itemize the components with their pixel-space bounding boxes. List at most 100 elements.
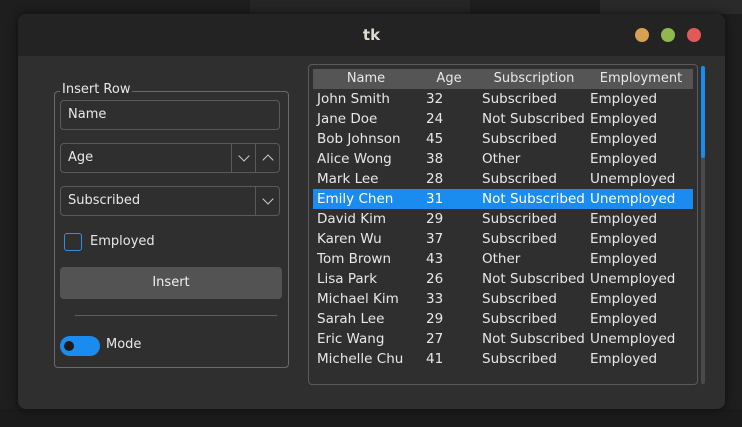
cell-employment: Employed: [590, 91, 658, 107]
insert-row-group: [54, 91, 289, 368]
table-row[interactable]: David Kim 29 Subscribed Employed: [313, 209, 693, 229]
table-row[interactable]: Eric Wang 27 Not Subscribed Unemployed: [313, 329, 693, 349]
table-row[interactable]: Michael Kim 33 Subscribed Employed: [313, 289, 693, 309]
table-body: John Smith 32 Subscribed Employed Jane Doe 24…: [313, 89, 693, 369]
column-header-employment[interactable]: Employment: [589, 69, 693, 89]
cell-age: 31: [426, 191, 444, 207]
cell-name: Emily Chen: [317, 191, 394, 207]
employed-checkbox-label[interactable]: Employed: [90, 234, 155, 249]
table-row[interactable]: Bob Johnson 45 Subscribed Employed: [313, 129, 693, 149]
cell-subscription: Subscribed: [482, 91, 557, 107]
window-title: tk: [362, 26, 381, 44]
combobox-dropdown-button[interactable]: [255, 187, 280, 215]
cell-subscription: Not Subscribed: [482, 331, 585, 347]
cell-subscription: Subscribed: [482, 171, 557, 187]
column-header-name[interactable]: Name: [313, 69, 419, 89]
cell-employment: Employed: [590, 111, 658, 127]
cell-employment: Unemployed: [590, 171, 676, 187]
cell-name: Bob Johnson: [317, 131, 401, 147]
cell-name: Karen Wu: [317, 231, 382, 247]
cell-employment: Employed: [590, 151, 658, 167]
cell-employment: Employed: [590, 351, 658, 367]
table-row[interactable]: John Smith 32 Subscribed Employed: [313, 89, 693, 109]
name-entry-value: Name: [68, 107, 107, 122]
cell-age: 29: [426, 311, 444, 327]
insert-button[interactable]: Insert: [60, 267, 282, 299]
table-row[interactable]: Mark Lee 28 Subscribed Unemployed: [313, 169, 693, 189]
table-row[interactable]: Sarah Lee 29 Subscribed Employed: [313, 309, 693, 329]
cell-subscription: Subscribed: [482, 211, 557, 227]
cell-employment: Unemployed: [590, 191, 676, 207]
column-header-subscription[interactable]: Subscription: [479, 69, 589, 89]
cell-subscription: Subscribed: [482, 131, 557, 147]
cell-age: 38: [426, 151, 444, 167]
cell-employment: Unemployed: [590, 331, 676, 347]
table-scrollbar-thumb[interactable]: [701, 66, 705, 158]
cell-age: 41: [426, 351, 444, 367]
column-header-age[interactable]: Age: [419, 69, 479, 89]
age-spinbox-value: Age: [68, 150, 94, 165]
table-row[interactable]: Karen Wu 37 Subscribed Employed: [313, 229, 693, 249]
subscription-combobox-value: Subscribed: [68, 193, 141, 208]
insert-row-legend: Insert Row: [60, 82, 133, 97]
cell-employment: Unemployed: [590, 271, 676, 287]
cell-age: 27: [426, 331, 444, 347]
separator: [75, 315, 277, 316]
cell-subscription: Not Subscribed: [482, 191, 585, 207]
age-spinbox[interactable]: Age: [60, 143, 280, 173]
cell-age: 28: [426, 171, 444, 187]
cell-subscription: Subscribed: [482, 311, 557, 327]
cell-age: 26: [426, 271, 444, 287]
cell-name: Michelle Chu: [317, 351, 404, 367]
subscription-combobox[interactable]: Subscribed: [60, 186, 280, 216]
table-row[interactable]: Alice Wong 38 Other Employed: [313, 149, 693, 169]
table-row[interactable]: Michelle Chu 41 Subscribed Employed: [313, 349, 693, 369]
chevron-down-icon: [238, 150, 250, 162]
cell-name: David Kim: [317, 211, 387, 227]
cell-name: John Smith: [317, 91, 390, 107]
desktop-tile: [250, 0, 470, 14]
table-row[interactable]: Tom Brown 43 Other Employed: [313, 249, 693, 269]
table-header: Name Age Subscription Employment: [313, 69, 693, 89]
cell-name: Mark Lee: [317, 171, 379, 187]
table-row[interactable]: Jane Doe 24 Not Subscribed Employed: [313, 109, 693, 129]
cell-employment: Employed: [590, 131, 658, 147]
minimize-button[interactable]: [635, 28, 649, 42]
cell-age: 33: [426, 291, 444, 307]
cell-subscription: Subscribed: [482, 291, 557, 307]
cell-subscription: Not Subscribed: [482, 111, 585, 127]
cell-name: Lisa Park: [317, 271, 378, 287]
app-window: tk Insert Row Name Age Subscribed Employ…: [18, 14, 725, 409]
table-row[interactable]: Lisa Park 26 Not Subscribed Unemployed: [313, 269, 693, 289]
cell-subscription: Other: [482, 251, 521, 267]
cell-age: 29: [426, 211, 444, 227]
cell-subscription: Subscribed: [482, 231, 557, 247]
name-entry[interactable]: Name: [60, 100, 280, 130]
cell-employment: Employed: [590, 291, 658, 307]
cell-subscription: Other: [482, 151, 521, 167]
cell-subscription: Not Subscribed: [482, 271, 585, 287]
spin-up-button[interactable]: [255, 144, 280, 172]
mode-switch-label[interactable]: Mode: [106, 337, 141, 352]
cell-name: Sarah Lee: [317, 311, 385, 327]
cell-name: Alice Wong: [317, 151, 392, 167]
cell-name: Michael Kim: [317, 291, 399, 307]
employed-checkbox[interactable]: [64, 233, 82, 251]
title-bar[interactable]: tk: [18, 14, 725, 56]
maximize-button[interactable]: [661, 28, 675, 42]
desktop-tile: [0, 409, 742, 427]
cell-employment: Employed: [590, 231, 658, 247]
cell-age: 45: [426, 131, 444, 147]
mode-switch[interactable]: [60, 336, 100, 356]
cell-employment: Employed: [590, 311, 658, 327]
cell-name: Eric Wang: [317, 331, 385, 347]
cell-age: 43: [426, 251, 444, 267]
cell-name: Jane Doe: [317, 111, 378, 127]
cell-age: 37: [426, 231, 444, 247]
table-row[interactable]: Emily Chen 31 Not Subscribed Unemployed: [313, 189, 693, 209]
close-button[interactable]: [687, 28, 701, 42]
data-table[interactable]: Name Age Subscription Employment John Sm…: [313, 69, 693, 369]
spin-down-button[interactable]: [231, 144, 256, 172]
cell-age: 32: [426, 91, 444, 107]
chevron-down-icon: [262, 193, 274, 205]
